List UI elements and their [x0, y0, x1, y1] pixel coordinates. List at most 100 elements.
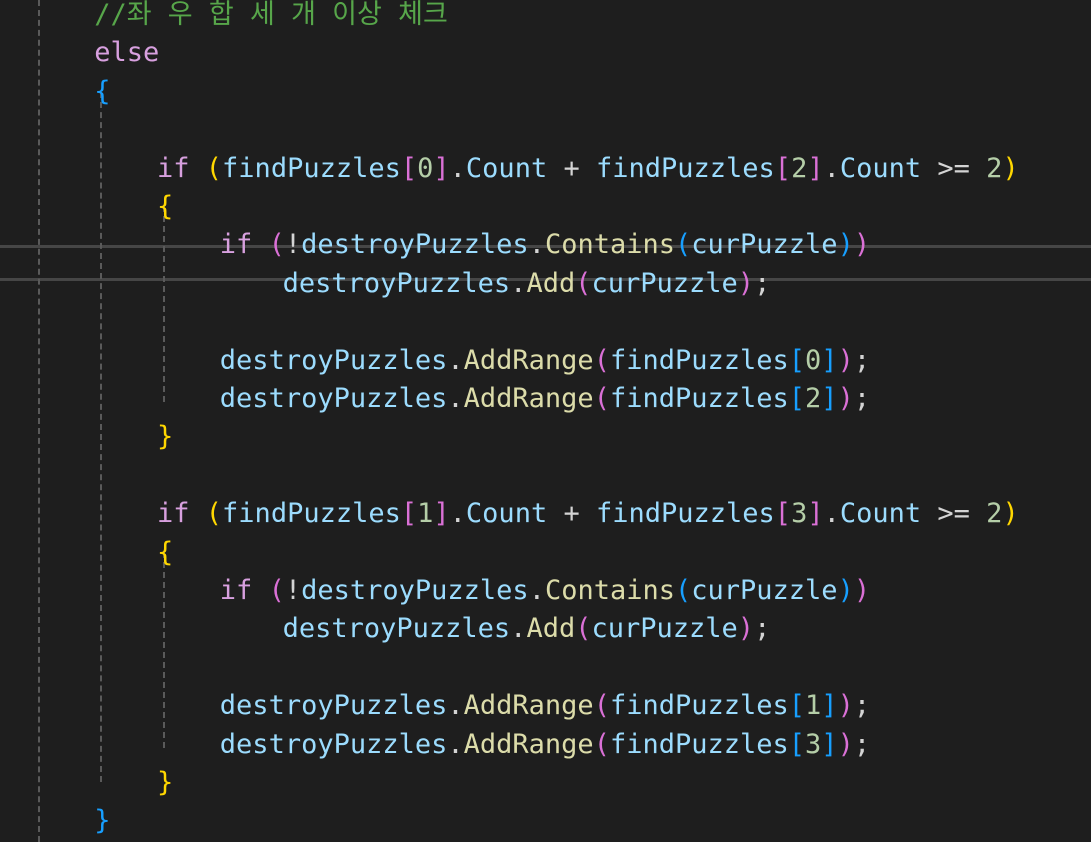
- code-token: ]: [807, 498, 824, 530]
- indent-guide: [163, 552, 165, 748]
- code-token: .: [447, 728, 464, 760]
- code-token: ): [837, 383, 854, 414]
- code-token: {: [157, 536, 174, 568]
- code-token: curPuzzle: [591, 613, 738, 645]
- code-token: ]: [821, 690, 838, 722]
- code-token: curPuzzle: [691, 575, 838, 606]
- code-token: findPuzzles: [222, 498, 401, 530]
- code-token: ): [853, 229, 871, 261]
- code-token: [: [788, 344, 806, 376]
- code-line[interactable]: }: [94, 802, 110, 840]
- indent-guide: [163, 206, 165, 402]
- code-token: 0: [805, 344, 822, 376]
- code-token: ;: [853, 344, 871, 376]
- code-token: destroyPuzzles: [219, 344, 448, 376]
- code-token: ): [1002, 498, 1019, 530]
- code-token: ): [837, 728, 854, 760]
- code-token: ]: [433, 152, 450, 184]
- code-token: destroyPuzzles: [301, 229, 529, 261]
- code-token: [: [788, 728, 806, 760]
- code-token: .: [823, 152, 840, 184]
- code-token: AddRange: [463, 728, 594, 760]
- code-token: (: [593, 383, 610, 414]
- code-token: else: [94, 37, 160, 69]
- code-token: ;: [754, 613, 771, 645]
- code-line[interactable]: //좌 우 합 세 개 이상 체크: [94, 0, 448, 34]
- code-token: curPuzzle: [691, 229, 838, 261]
- code-token: (: [575, 267, 592, 299]
- code-token: ]: [821, 383, 838, 414]
- code-token: destroyPuzzles: [301, 575, 529, 606]
- code-token: AddRange: [463, 690, 594, 722]
- code-token: Count: [465, 152, 548, 184]
- code-line[interactable]: destroyPuzzles.AddRange(findPuzzles[1]);: [220, 687, 870, 725]
- code-token: 3: [791, 498, 808, 530]
- code-token: ]: [821, 344, 838, 376]
- code-token: findPuzzles: [609, 383, 789, 414]
- code-token: ): [837, 229, 854, 261]
- code-line[interactable]: destroyPuzzles.Add(curPuzzle);: [283, 265, 771, 303]
- code-token: ): [837, 575, 854, 606]
- code-line[interactable]: {: [94, 73, 110, 111]
- code-token: .: [528, 229, 545, 261]
- code-token: findPuzzles: [609, 344, 789, 376]
- code-token: [: [788, 690, 806, 722]
- code-token: {: [157, 191, 174, 222]
- code-line[interactable]: destroyPuzzles.AddRange(findPuzzles[0]);: [220, 342, 870, 380]
- code-token: findPuzzles: [609, 690, 789, 722]
- code-line[interactable]: if (findPuzzles[0].Count + findPuzzles[2…: [157, 150, 1019, 188]
- code-line[interactable]: destroyPuzzles.Add(curPuzzle);: [283, 610, 771, 648]
- code-token: findPuzzles: [222, 152, 401, 184]
- code-token: .: [447, 690, 464, 722]
- code-token: }: [94, 805, 111, 837]
- code-line[interactable]: destroyPuzzles.AddRange(findPuzzles[2]);: [220, 380, 870, 418]
- code-token: 3: [805, 728, 822, 760]
- code-token: >=: [921, 152, 987, 184]
- code-token: Count: [839, 152, 922, 184]
- code-token: ): [1002, 152, 1019, 184]
- code-token: (: [268, 575, 285, 606]
- code-token: destroyPuzzles: [219, 383, 448, 414]
- code-token: ]: [807, 152, 824, 184]
- code-line[interactable]: }: [157, 764, 173, 802]
- code-line[interactable]: if (!destroyPuzzles.Contains(curPuzzle)): [220, 226, 870, 264]
- code-line[interactable]: }: [157, 418, 173, 456]
- code-line[interactable]: {: [157, 534, 173, 572]
- code-token: ;: [853, 383, 871, 414]
- code-token: !: [284, 229, 302, 261]
- code-token: .: [510, 267, 527, 299]
- code-editor[interactable]: //좌 우 합 세 개 이상 체크 else{if (findPuzzles[0]…: [0, 0, 1091, 842]
- code-token: [: [774, 152, 792, 184]
- code-line[interactable]: destroyPuzzles.AddRange(findPuzzles[3]);: [220, 726, 870, 764]
- code-token: .: [823, 498, 840, 530]
- code-token: ;: [754, 267, 771, 299]
- code-token: (: [675, 575, 692, 606]
- code-token: (: [593, 344, 610, 376]
- indent-guide: [38, 0, 40, 842]
- code-token: ;: [853, 690, 871, 722]
- code-token: ): [853, 575, 871, 606]
- code-token: AddRange: [463, 344, 594, 376]
- code-line[interactable]: if (findPuzzles[1].Count + findPuzzles[3…: [157, 495, 1019, 533]
- code-token: [: [400, 498, 418, 530]
- code-line[interactable]: if (!destroyPuzzles.Contains(curPuzzle)): [220, 572, 870, 610]
- code-token: ): [737, 267, 755, 299]
- code-token: [: [400, 152, 418, 184]
- code-line[interactable]: {: [157, 188, 173, 226]
- code-token: 1: [805, 690, 822, 722]
- code-token: (: [675, 229, 692, 261]
- code-token: .: [449, 498, 466, 530]
- code-token: 2: [986, 152, 1003, 184]
- code-line[interactable]: else: [94, 34, 159, 72]
- code-token: Add: [526, 267, 576, 299]
- code-token: }: [157, 421, 174, 453]
- code-token: findPuzzles: [609, 728, 789, 760]
- code-token: ;: [853, 728, 871, 760]
- code-token: if: [157, 152, 190, 184]
- code-token: //좌 우 합 세 개 이상 체크: [94, 0, 448, 30]
- indent-guide: [100, 92, 102, 782]
